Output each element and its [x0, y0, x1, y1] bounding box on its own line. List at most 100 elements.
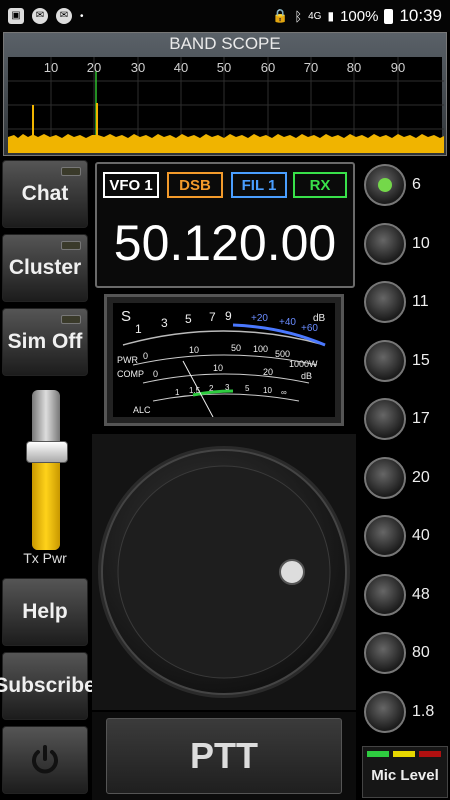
band-led [378, 412, 392, 426]
frequency-readout[interactable]: 50.120.00 [97, 214, 353, 272]
band-knob[interactable] [364, 339, 406, 382]
scope-tick: 60 [260, 60, 276, 75]
alc-scale-2: 2 [209, 384, 214, 393]
bluetooth-icon: ᛒ [294, 8, 303, 24]
pwr-scale-100: 100 [253, 344, 268, 354]
band-label: 10 [412, 234, 430, 252]
band-selector: 6 10 11 15 17 20 40 48 80 1.8 [358, 158, 450, 740]
band-button[interactable]: 40 [364, 513, 450, 559]
tx-power-slider-track[interactable] [32, 390, 60, 550]
sim-led [61, 315, 81, 324]
band-led [378, 295, 392, 309]
band-button[interactable]: 17 [364, 396, 450, 442]
s-scale-plus20: +20 [251, 313, 268, 324]
mic-level-label: Mic Level [371, 767, 439, 784]
band-knob[interactable] [364, 398, 406, 440]
band-knob[interactable] [364, 456, 406, 499]
alc-scale-inf: ∞ [281, 388, 287, 397]
meter-panel: S 1 3 5 7 9 +20 +40 +60 dB PWR 0 10 50 1… [104, 294, 344, 426]
band-led [378, 529, 392, 543]
band-button[interactable]: 1.8 [364, 689, 450, 735]
cluster-label: Cluster [8, 256, 82, 279]
band-knob[interactable] [364, 222, 406, 265]
subscribe-button[interactable]: Subscribe [0, 652, 96, 720]
s-scale-3: 3 [161, 316, 168, 330]
band-label: 15 [412, 351, 430, 369]
s-scale-plus40: +40 [279, 317, 296, 328]
help-button[interactable]: Help [2, 578, 88, 646]
vfo-button[interactable]: VFO 1 [103, 172, 159, 198]
chat-button[interactable]: Chat [2, 160, 88, 228]
mic-level-meter: Mic Level [362, 746, 448, 798]
rx-indicator[interactable]: RX [293, 172, 347, 198]
power-icon [32, 745, 58, 774]
photo-notification-icon: ▣ [8, 8, 24, 24]
alc-scale-1-5: 1.5 [189, 386, 201, 395]
cluster-led [61, 241, 81, 250]
band-button[interactable]: 48 [364, 572, 450, 618]
mic-level-bars [367, 751, 441, 757]
band-scope[interactable]: BAND SCOPE 10 20 30 40 50 60 70 80 90 [3, 32, 447, 156]
chat-label: Chat [21, 182, 69, 205]
knob-finger-dimple [279, 559, 305, 585]
more-notifications-dot-icon: • [80, 10, 84, 22]
band-knob[interactable] [364, 573, 406, 616]
pwr-scale-10: 10 [189, 345, 199, 355]
scope-tick: 70 [303, 60, 319, 75]
band-label: 17 [412, 410, 430, 427]
meter-face: S 1 3 5 7 9 +20 +40 +60 dB PWR 0 10 50 1… [113, 303, 335, 418]
network-label: 4G [308, 10, 322, 22]
band-scope-screen[interactable]: 10 20 30 40 50 60 70 80 90 [8, 57, 444, 153]
band-button[interactable]: 80 [364, 630, 450, 676]
mic-level-yellow [393, 751, 415, 757]
band-led [378, 646, 392, 660]
s-scale-db: dB [313, 313, 326, 324]
band-knob[interactable] [364, 515, 406, 557]
band-button[interactable]: 10 [364, 221, 450, 267]
tuning-knob[interactable] [92, 434, 356, 710]
band-knob[interactable] [364, 690, 406, 733]
battery-percent: 100% [340, 7, 379, 25]
scope-tick: 40 [173, 60, 189, 75]
band-knob[interactable] [364, 632, 406, 674]
mic-level-green [367, 751, 389, 757]
alc-scale-3: 3 [225, 383, 230, 392]
scope-tick: 90 [390, 60, 406, 75]
alc-scale-5: 5 [245, 384, 250, 393]
band-button[interactable]: 6 [364, 162, 450, 208]
tx-power-slider-thumb[interactable] [26, 440, 68, 463]
tuning-knob-area [92, 434, 356, 710]
comp-scale-db: dB [301, 371, 312, 381]
scope-tick: 30 [130, 60, 146, 75]
mode-button[interactable]: DSB [167, 172, 223, 198]
s-scale-plus60: +60 [301, 323, 318, 334]
pwr-scale-0: 0 [143, 351, 148, 361]
lock-icon: 🔒 [272, 8, 289, 23]
band-knob[interactable] [364, 164, 406, 206]
band-button[interactable]: 20 [364, 455, 450, 501]
filter-button[interactable]: FIL 1 [231, 172, 287, 198]
band-knob[interactable] [364, 281, 406, 323]
tx-power-label: Tx Pwr [23, 550, 67, 566]
ptt-button[interactable]: PTT [106, 718, 342, 794]
messenger-icon: ✉ [32, 8, 48, 24]
status-bar: ▣ ✉ ✉ • 🔒 ᛒ 4G ▮ 100% 10:39 [0, 0, 450, 32]
help-label: Help [22, 600, 68, 623]
band-button[interactable]: 15 [364, 338, 450, 384]
tx-power-control: Tx Pwr [2, 384, 88, 574]
s-scale-9: 9 [225, 309, 232, 323]
messenger-icon-2: ✉ [56, 8, 72, 24]
pwr-scale-1000w: 1000W [289, 359, 318, 369]
band-label: 48 [412, 585, 430, 603]
power-button[interactable] [2, 726, 88, 794]
cluster-button[interactable]: Cluster [2, 234, 88, 302]
sim-off-button[interactable]: Sim Off [2, 308, 88, 376]
scope-tick: 50 [216, 60, 232, 75]
pwr-scale-50: 50 [231, 343, 241, 353]
band-button[interactable]: 11 [364, 279, 450, 325]
comp-scale-20: 20 [263, 367, 273, 377]
band-label: 11 [412, 293, 429, 310]
band-label: 80 [412, 644, 430, 661]
band-label: 20 [412, 468, 430, 486]
sim-label: Sim Off [7, 330, 83, 353]
